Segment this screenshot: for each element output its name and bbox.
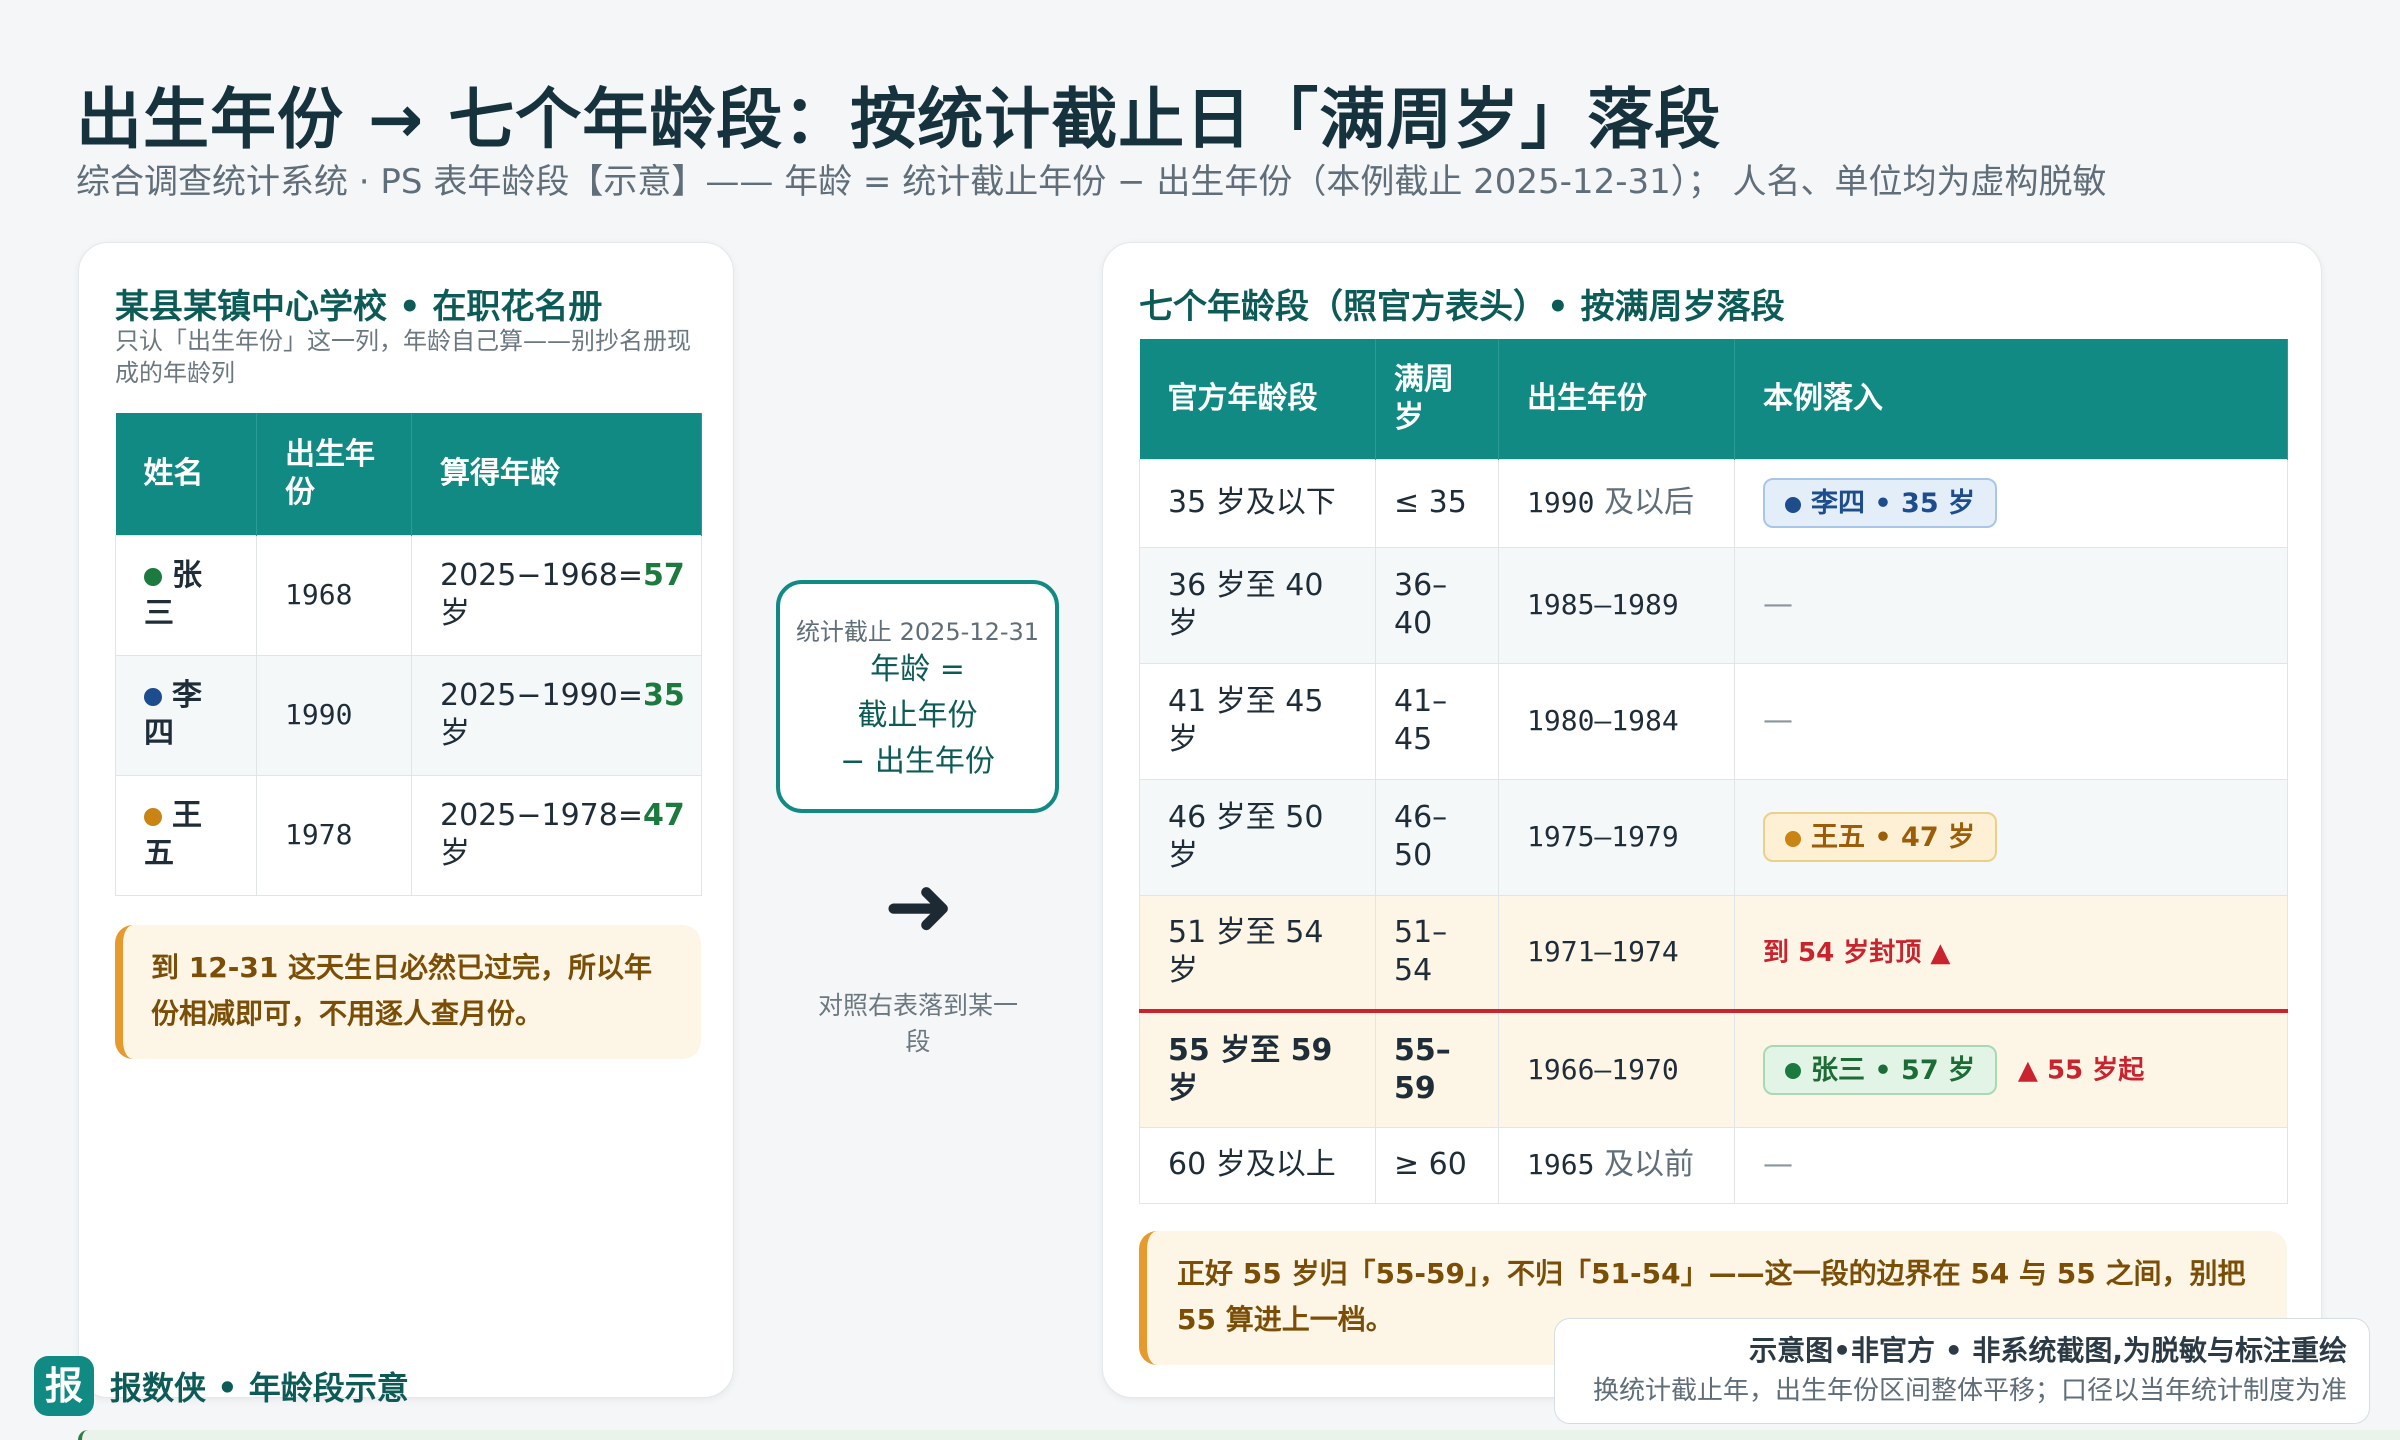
falls-into-cell: — (1734, 1126, 2288, 1204)
col-header-calc-age: 算得年龄 (411, 413, 702, 535)
arrow-note: 对照右表落到某一段 (818, 991, 1019, 1056)
table-row: 李四 1990 2025−1990=35 岁 (115, 654, 702, 776)
age-bands-table: 官方年龄段 满周岁 出生年份 本例落入 35 岁及以下 ≤ 35 1990 及以… (1139, 339, 2288, 1204)
birth-years-cell: 1975–1979 (1498, 778, 1735, 896)
full-age-cell: 51–54 (1375, 894, 1499, 1012)
formula-line-1: 年龄 = (870, 652, 965, 687)
formula-line-3: − 出生年份 (840, 744, 995, 779)
cutoff-date-label: 统计截止 2025-12-31 (795, 618, 1040, 646)
full-age-cell: 55–59 (1375, 1009, 1499, 1128)
table-row: 41 岁至 45 岁 41–45 1980–1984 — (1139, 662, 2288, 780)
col-header-band: 官方年龄段 (1139, 339, 1376, 459)
birth-years-cell: 1985–1989 (1498, 546, 1735, 664)
person-dot-icon (144, 807, 162, 826)
formula-box: 统计截止 2025-12-31 年龄 = 截止年份 − 出生年份 (776, 580, 1059, 813)
person-name-cell: 张三 (115, 534, 257, 656)
table-row: 35 岁及以下 ≤ 35 1990 及以后 李四 • 35 岁 (1139, 458, 2288, 548)
full-age-cell: ≥ 60 (1375, 1126, 1499, 1204)
birth-year-cell: 1990 (256, 654, 412, 776)
falls-into-cell: 王五 • 47 岁 (1734, 778, 2288, 896)
start-note: ▲ 55 岁起 (2017, 1055, 2145, 1086)
bottom-strip (78, 1430, 2400, 1440)
full-age-cell: 36–40 (1375, 546, 1499, 664)
age-bands-header-row: 官方年龄段 满周岁 出生年份 本例落入 (1139, 339, 2288, 459)
col-header-birth-year: 出生年份 (256, 413, 412, 535)
person-dot-icon (1785, 496, 1801, 513)
age-bands-card: 七个年龄段（照官方表头）• 按满周岁落段 官方年龄段 满周岁 出生年份 本例落入… (1102, 242, 2322, 1398)
disclaimer-title: 示意图•非官方 • 非系统截图,为脱敏与标注重绘 (1749, 1334, 2347, 1367)
col-header-falls-into: 本例落入 (1734, 339, 2288, 459)
disclaimer-box: 示意图•非官方 • 非系统截图,为脱敏与标注重绘 换统计截止年，出生年份区间整体… (1554, 1318, 2370, 1424)
band-cell: 35 岁及以下 (1139, 458, 1376, 548)
person-dot-icon (1785, 830, 1801, 847)
table-row: 55 岁至 59 岁 55–59 1966–1970 张三 • 57 岁 ▲ 5… (1139, 1009, 2288, 1128)
birth-year-cell: 1968 (256, 534, 412, 656)
birth-years-cell: 1980–1984 (1498, 662, 1735, 780)
falls-into-cell: 李四 • 35 岁 (1734, 458, 2288, 548)
table-row: 51 岁至 54 岁 51–54 1971–1974 到 54 岁封顶 ▲ (1139, 894, 2288, 1012)
col-header-birth-years: 出生年份 (1498, 339, 1735, 459)
person-name-cell: 李四 (115, 654, 257, 776)
formula-line-2: 截止年份 (857, 698, 978, 733)
table-row: 60 岁及以上 ≥ 60 1965 及以前 — (1139, 1126, 2288, 1204)
birth-year-cell: 1978 (256, 774, 412, 896)
birth-years-cell: 1966–1970 (1498, 1009, 1735, 1128)
calc-age-cell: 2025−1990=35 岁 (411, 654, 702, 776)
band-cell: 41 岁至 45 岁 (1139, 662, 1376, 780)
table-row: 张三 1968 2025−1968=57 岁 (115, 534, 702, 656)
birth-years-cell: 1971–1974 (1498, 894, 1735, 1012)
person-dot-icon (1785, 1063, 1801, 1080)
table-row: 王五 1978 2025−1978=47 岁 (115, 774, 702, 896)
band-cell: 46 岁至 50 岁 (1139, 778, 1376, 896)
band-cell: 36 岁至 40 岁 (1139, 546, 1376, 664)
person-name-cell: 王五 (115, 774, 257, 896)
person-tag: 王五 • 47 岁 (1763, 812, 1998, 862)
person-dot-icon (144, 687, 162, 706)
full-age-cell: ≤ 35 (1375, 458, 1499, 548)
cap-note: 到 54 岁封顶 ▲ (1763, 937, 1951, 968)
band-cell: 51 岁至 54 岁 (1139, 894, 1376, 1012)
falls-into-cell: — (1734, 662, 2288, 780)
roster-note: 只认「出生年份」这一列，年龄自己算——别抄名册现成的年龄列 (115, 327, 691, 387)
page-title: 出生年份 → 七个年龄段：按统计截止日「满周岁」落段 (76, 81, 1722, 158)
table-row: 36 岁至 40 岁 36–40 1985–1989 — (1139, 546, 2288, 664)
band-cell: 60 岁及以上 (1139, 1126, 1376, 1204)
full-age-cell: 46–50 (1375, 778, 1499, 896)
calc-age-cell: 2025−1968=57 岁 (411, 534, 702, 656)
roster-card: 某县某镇中心学校 • 在职花名册 只认「出生年份」这一列，年龄自己算——别抄名册… (78, 242, 734, 1398)
full-age-cell: 41–45 (1375, 662, 1499, 780)
birth-years-cell: 1965 及以前 (1498, 1126, 1735, 1204)
table-row: 46 岁至 50 岁 46–50 1975–1979 王五 • 47 岁 (1139, 778, 2288, 896)
age-bands-title: 七个年龄段（照官方表头）• 按满周岁落段 (1139, 287, 1785, 327)
person-tag: 张三 • 57 岁 (1763, 1044, 1998, 1095)
calc-age-cell: 2025−1978=47 岁 (411, 774, 702, 896)
col-header-name: 姓名 (115, 413, 257, 535)
falls-into-cell: 到 54 岁封顶 ▲ (1734, 894, 2288, 1012)
page-subtitle: 综合调查统计系统 · PS 表年龄段【示意】—— 年龄 = 统计截止年份 − 出… (76, 162, 2107, 202)
brand: 报 报数侠 • 年龄段示意 (34, 1356, 409, 1416)
disclaimer-text: 换统计截止年，出生年份区间整体平移；口径以当年统计制度为准 (1592, 1376, 2347, 1406)
roster-title: 某县某镇中心学校 • 在职花名册 (115, 287, 603, 327)
roster-header-row: 姓名 出生年份 算得年龄 (115, 413, 702, 535)
roster-callout: 到 12-31 这天生日必然已过完，所以年份相减即可，不用逐人查月份。 (115, 925, 701, 1059)
roster-table: 姓名 出生年份 算得年龄 张三 1968 2025−1968=57 岁 李四 19… (115, 413, 702, 896)
falls-into-cell: 张三 • 57 岁 ▲ 55 岁起 (1734, 1009, 2288, 1128)
falls-into-cell: — (1734, 546, 2288, 664)
band-cell: 55 岁至 59 岁 (1139, 1009, 1376, 1128)
birth-years-cell: 1990 及以后 (1498, 458, 1735, 548)
col-header-full-age: 满周岁 (1375, 339, 1499, 459)
arrow-right-icon: ➜ (883, 857, 955, 955)
person-tag: 李四 • 35 岁 (1763, 478, 1998, 528)
brand-text: 报数侠 • 年龄段示意 (110, 1369, 409, 1407)
person-dot-icon (144, 567, 162, 586)
brand-logo-icon: 报 (34, 1356, 94, 1416)
